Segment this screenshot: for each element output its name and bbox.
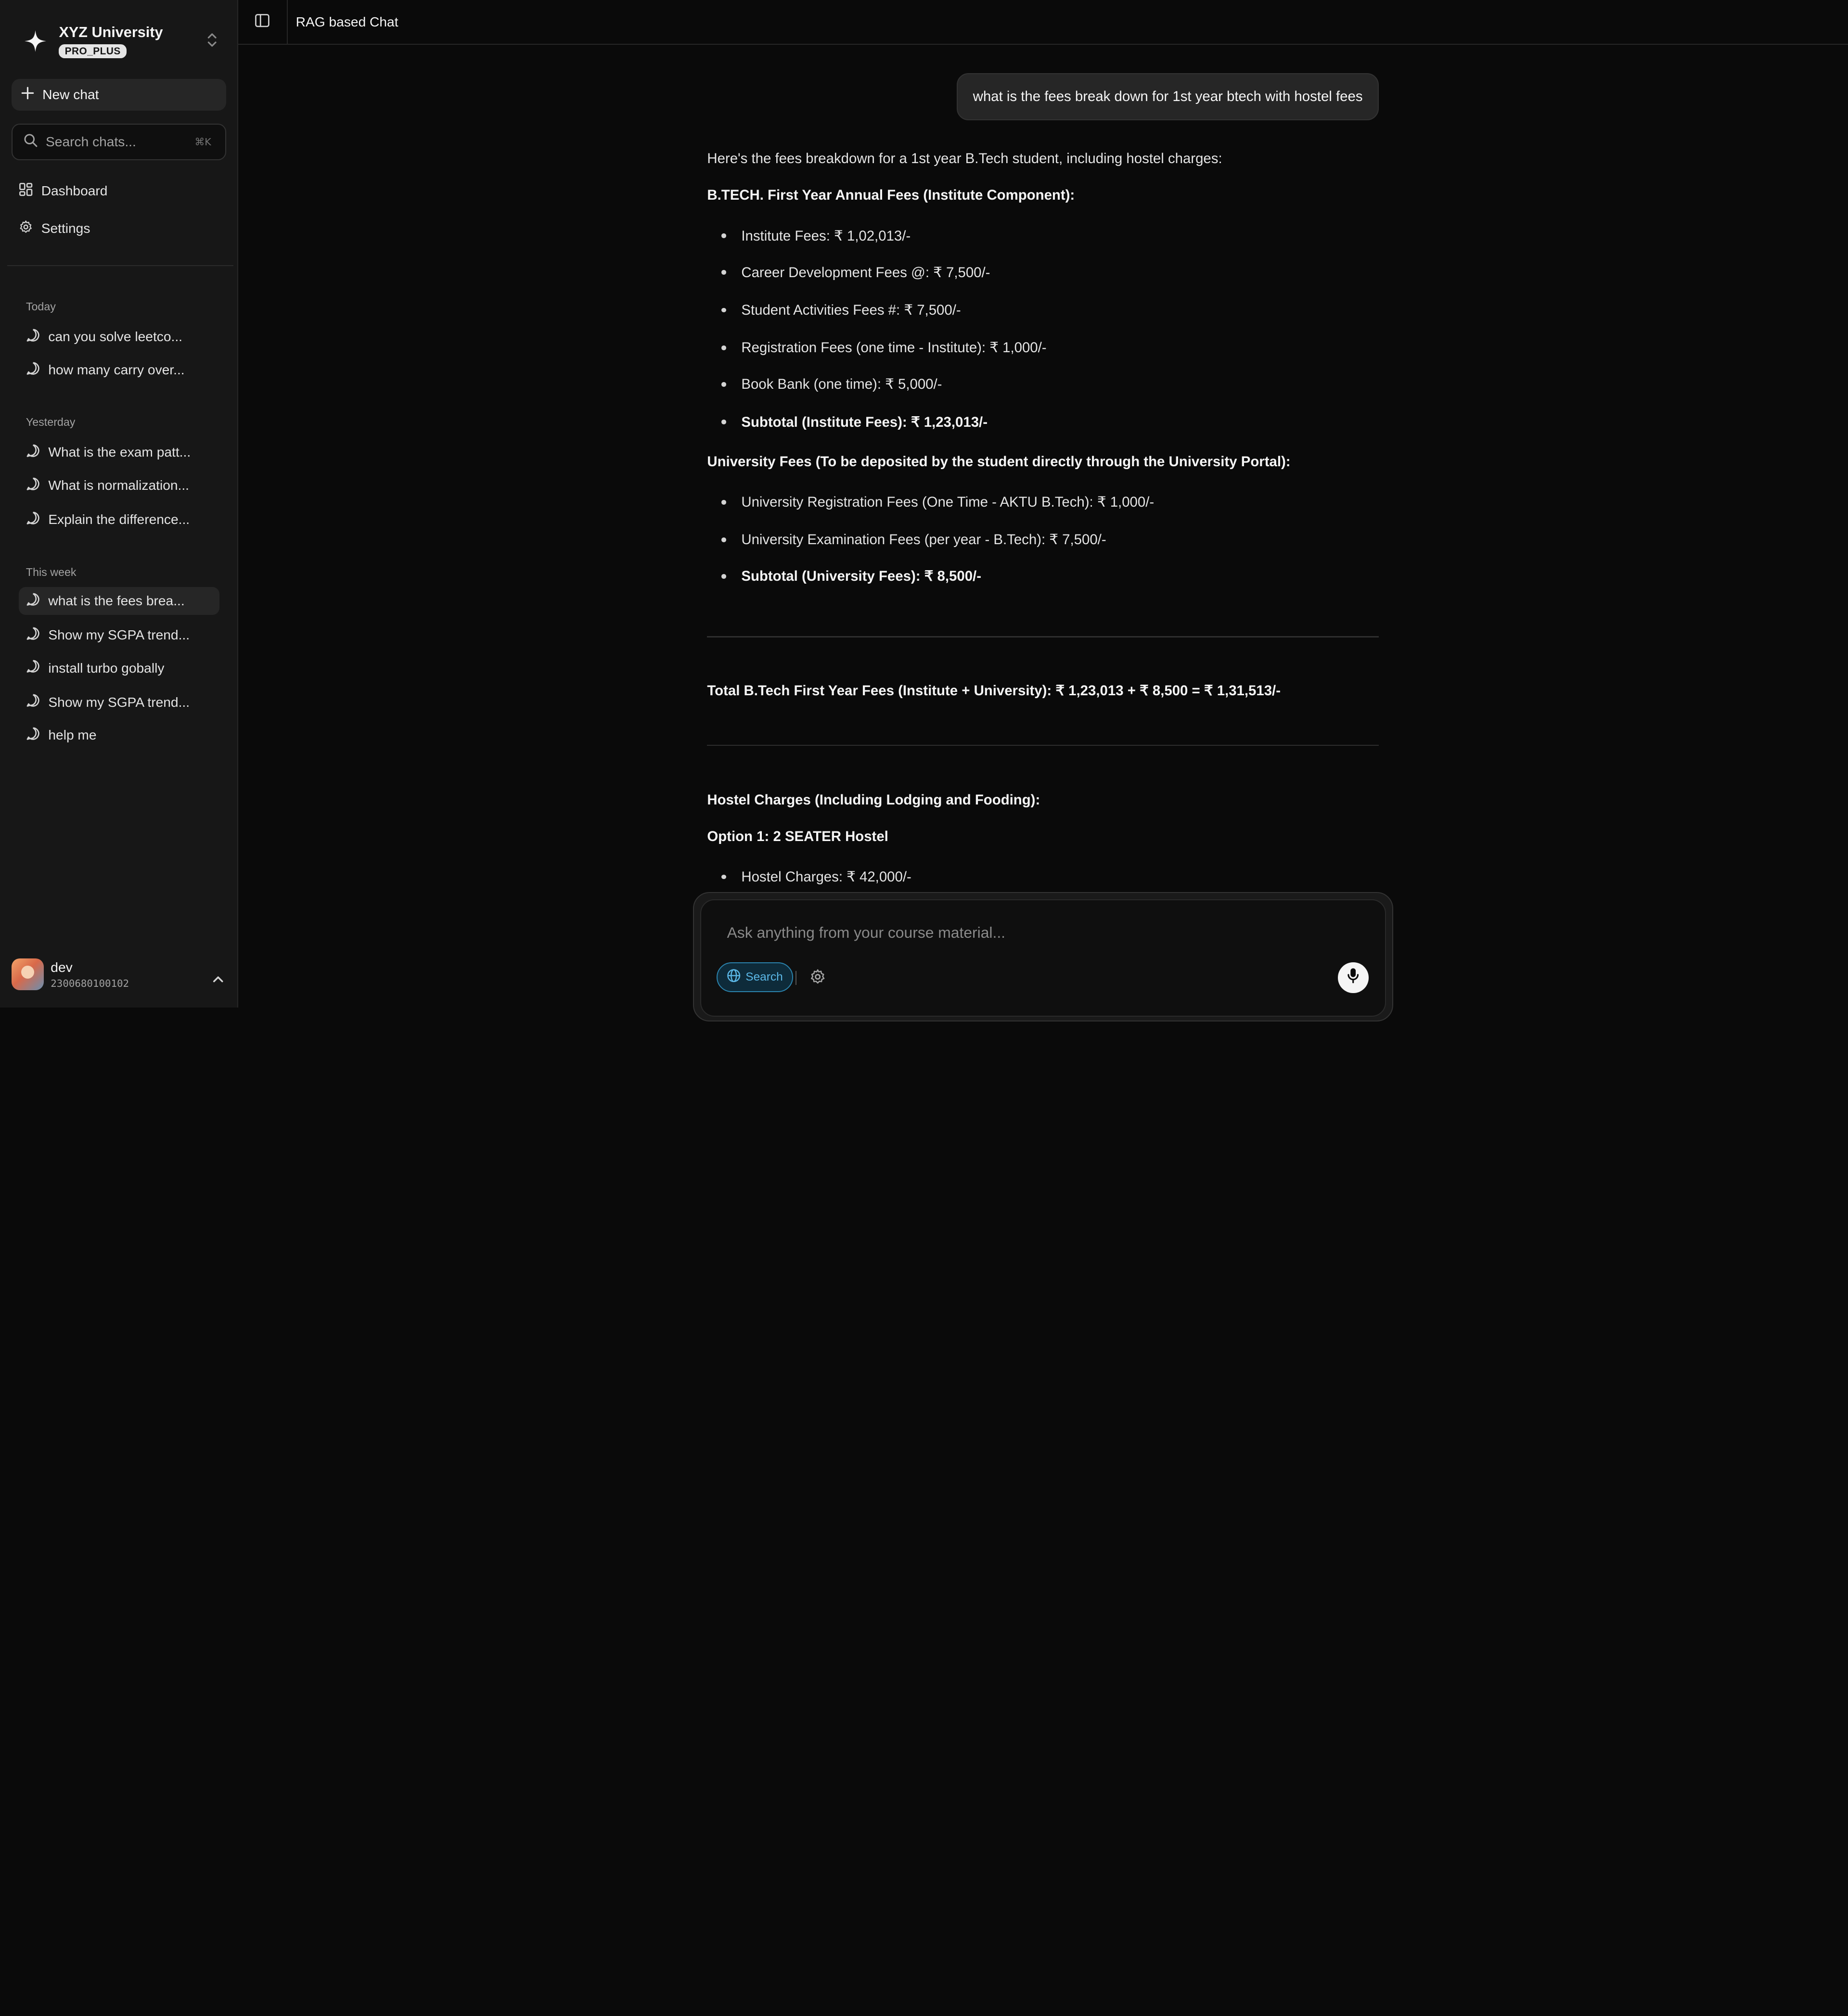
- sidebar-item-label: Settings: [41, 221, 90, 236]
- sidebar-item-label: Dashboard: [41, 183, 108, 198]
- section-heading: B.TECH. First Year Annual Fees (Institut…: [707, 187, 1075, 204]
- chat-title: install turbo gobally: [48, 660, 165, 676]
- list-item: Student Activities Fees #: ₹ 7,500/-: [721, 302, 961, 319]
- chat-bubble-icon: [26, 511, 40, 528]
- list-item: Registration Fees (one time - Institute)…: [721, 339, 1047, 356]
- plan-badge: PRO_PLUS: [59, 44, 127, 59]
- total-line: Total B.Tech First Year Fees (Institute …: [707, 682, 1281, 699]
- chat-bubble-icon: [26, 477, 40, 494]
- chat-history-item[interactable]: What is normalization...: [19, 472, 219, 500]
- chat-title: Show my SGPA trend...: [48, 627, 190, 642]
- dashboard-icon: [19, 182, 33, 200]
- chat-bubble-icon: [26, 444, 40, 461]
- plus-icon: [21, 87, 34, 103]
- chat-title: how many carry over...: [48, 362, 185, 377]
- list-item-subtotal: Subtotal (Institute Fees): ₹ 1,23,013/-: [721, 414, 988, 431]
- chat-history-item-active[interactable]: what is the fees brea...: [19, 587, 219, 615]
- chat-bubble-icon: [26, 592, 40, 610]
- chat-main: RAG based Chat what is the fees break do…: [238, 0, 1848, 1022]
- chat-title: Show my SGPA trend...: [48, 694, 190, 710]
- group-label-this-week: This week: [26, 565, 77, 578]
- user-menu[interactable]: dev 2300680100102: [12, 956, 226, 993]
- chat-history-item[interactable]: how many carry over...: [19, 356, 219, 384]
- chat-title: What is the exam patt...: [48, 445, 191, 460]
- chat-history-item[interactable]: install turbo gobally: [19, 654, 219, 682]
- sidebar-item-settings[interactable]: Settings: [19, 217, 90, 241]
- list-item: Book Bank (one time): ₹ 5,000/-: [721, 376, 942, 393]
- list-item: Hostel Charges: ₹ 42,000/-: [721, 868, 911, 885]
- sparkle-logo-icon: [12, 16, 59, 66]
- chat-history-item[interactable]: Show my SGPA trend...: [19, 621, 219, 650]
- message-composer[interactable]: Ask anything from your course material..…: [700, 899, 1386, 1017]
- list-item-subtotal: Subtotal (University Fees): ₹ 8,500/-: [721, 568, 981, 585]
- chat-history-item[interactable]: Show my SGPA trend...: [19, 688, 219, 716]
- new-chat-label: New chat: [42, 87, 99, 102]
- section-heading: Hostel Charges (Including Lodging and Fo…: [707, 791, 1040, 808]
- chat-title: Explain the difference...: [48, 511, 190, 527]
- search-icon: [24, 133, 38, 151]
- chat-title: What is normalization...: [48, 477, 189, 493]
- section-divider: [707, 744, 1379, 746]
- list-item: University Examination Fees (per year - …: [721, 531, 1106, 548]
- chat-bubble-icon: [26, 659, 40, 676]
- chat-title: can you solve leetco...: [48, 329, 182, 345]
- page-title: RAG based Chat: [295, 14, 398, 29]
- group-label-today: Today: [26, 300, 56, 313]
- list-item: Career Development Fees @: ₹ 7,500/-: [721, 264, 990, 281]
- avatar: [12, 958, 44, 991]
- top-bar: RAG based Chat: [238, 0, 1848, 45]
- globe-icon: [727, 969, 741, 986]
- new-chat-button[interactable]: New chat: [12, 79, 227, 111]
- toggle-sidebar-button[interactable]: [238, 0, 288, 45]
- user-message-bubble: what is the fees break down for 1st year…: [956, 73, 1379, 120]
- chat-bubble-icon: [26, 361, 40, 379]
- chat-title: help me: [48, 727, 97, 743]
- voice-input-button[interactable]: [1338, 962, 1369, 994]
- sidebar-item-dashboard[interactable]: Dashboard: [19, 179, 107, 203]
- sidebar-panel-icon: [255, 12, 270, 33]
- group-label-yesterday: Yesterday: [26, 416, 76, 429]
- list-item: University Registration Fees (One Time -…: [721, 494, 1154, 510]
- chat-bubble-icon: [26, 626, 40, 644]
- chat-bubble-icon: [26, 727, 40, 744]
- chat-bubble-icon: [26, 693, 40, 711]
- chat-history-item[interactable]: can you solve leetco...: [19, 323, 219, 351]
- search-chats-input[interactable]: Search chats... ⌘K: [12, 124, 227, 161]
- tools-button[interactable]: [809, 969, 826, 990]
- microphone-icon: [1346, 967, 1360, 988]
- app-window: XYZ University PRO_PLUS New chat Search …: [0, 0, 1848, 1022]
- option-heading: Option 1: 2 SEATER Hostel: [707, 828, 888, 844]
- workspace-switcher[interactable]: XYZ University PRO_PLUS: [12, 16, 226, 66]
- sidebar-divider: [7, 265, 233, 267]
- answer-intro: Here's the fees breakdown for a 1st year…: [707, 151, 1222, 167]
- sidebar: XYZ University PRO_PLUS New chat Search …: [0, 0, 238, 1008]
- web-search-toggle[interactable]: Search: [716, 962, 794, 992]
- user-name: dev: [51, 959, 73, 975]
- list-item: Institute Fees: ₹ 1,02,013/-: [721, 228, 911, 244]
- chat-title: what is the fees brea...: [48, 593, 185, 608]
- section-divider: [707, 636, 1379, 638]
- gear-icon: [809, 969, 826, 989]
- message-input[interactable]: Ask anything from your course material..…: [727, 924, 1005, 942]
- chat-history-item[interactable]: Explain the difference...: [19, 506, 219, 534]
- chat-history-item[interactable]: What is the exam patt...: [19, 438, 219, 467]
- chat-history-item[interactable]: help me: [19, 721, 219, 750]
- search-chats-placeholder: Search chats...: [46, 134, 136, 150]
- workspace-name: XYZ University: [59, 24, 163, 41]
- user-id: 2300680100102: [51, 977, 129, 989]
- gear-icon: [19, 220, 33, 237]
- chevron-up-icon: [212, 968, 224, 989]
- section-heading: University Fees (To be deposited by the …: [707, 453, 1291, 470]
- search-shortcut: ⌘K: [194, 136, 211, 148]
- chevrons-up-down-icon: [205, 32, 219, 53]
- chat-bubble-icon: [26, 328, 40, 345]
- search-toggle-label: Search: [745, 970, 783, 983]
